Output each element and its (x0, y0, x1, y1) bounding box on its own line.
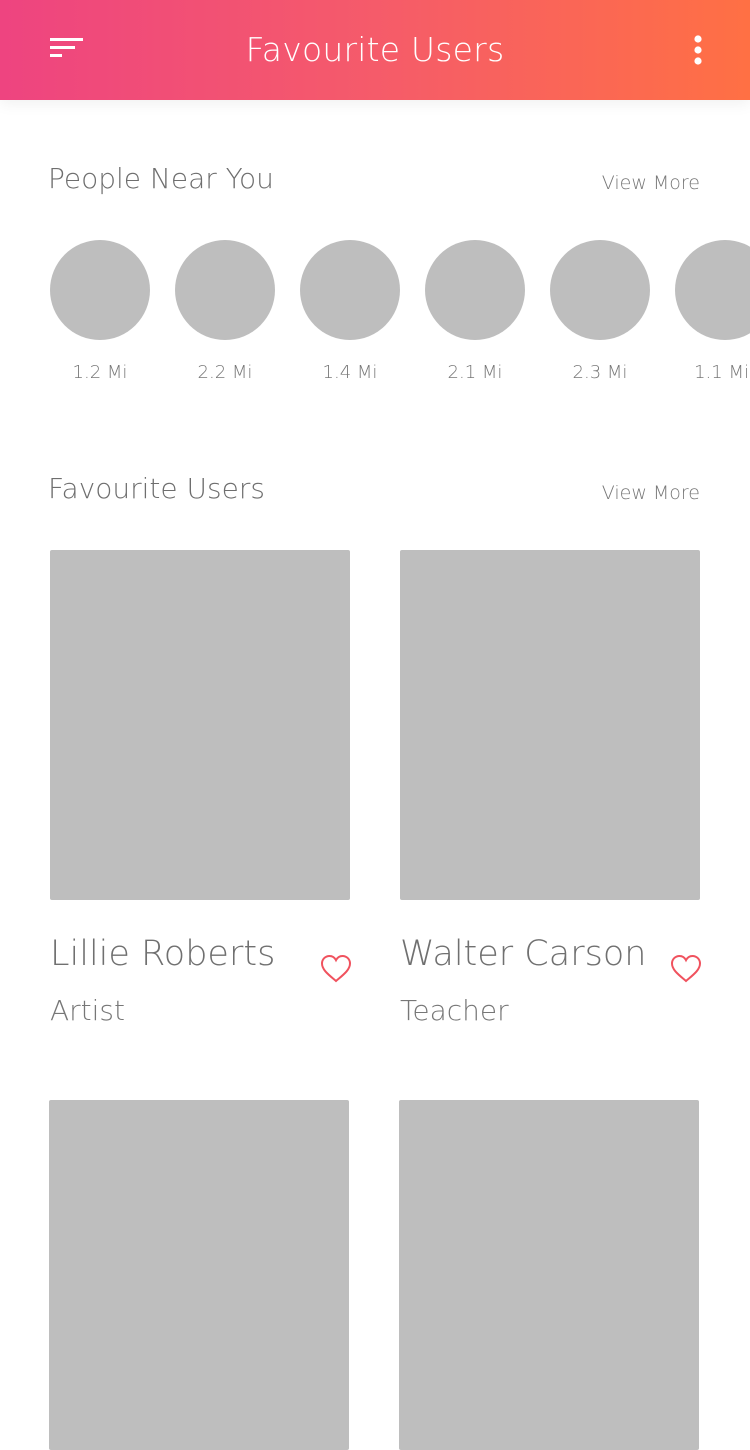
user-name: Lillie Roberts (50, 934, 276, 974)
person-distance: 2.3 Mi (572, 362, 628, 383)
avatar (425, 240, 525, 340)
avatar (175, 240, 275, 340)
user-photo (50, 550, 350, 900)
person-distance: 2.2 Mi (197, 362, 253, 383)
person-distance: 1.4 Mi (322, 362, 378, 383)
user-card[interactable] (49, 1100, 349, 1450)
nearby-people-list: 1.2 Mi 2.2 Mi 1.4 Mi 2.1 Mi 2.3 Mi 1.1 M… (0, 240, 750, 400)
nearby-view-more-link[interactable]: View More (602, 172, 700, 194)
page-title: Favourite Users (245, 30, 505, 69)
favourites-view-more-link[interactable]: View More (602, 482, 700, 504)
person-distance: 1.2 Mi (72, 362, 128, 383)
avatar (50, 240, 150, 340)
heart-icon[interactable] (670, 954, 702, 984)
nearby-person[interactable]: 2.1 Mi (425, 240, 525, 383)
user-photo (49, 1100, 349, 1450)
more-vertical-icon[interactable] (688, 34, 708, 66)
menu-icon[interactable] (50, 38, 84, 62)
user-card[interactable]: Lillie Roberts Artist (50, 550, 352, 1027)
person-distance: 1.1 Mi (694, 362, 749, 383)
heart-icon[interactable] (320, 954, 352, 984)
user-role: Teacher (400, 994, 509, 1027)
nearby-person[interactable]: 1.2 Mi (50, 240, 150, 383)
user-name: Walter Carson (400, 934, 647, 974)
nearby-section-title: People Near You (48, 162, 274, 195)
person-distance: 2.1 Mi (447, 362, 503, 383)
avatar (550, 240, 650, 340)
nearby-person[interactable]: 2.3 Mi (550, 240, 650, 383)
user-card[interactable] (399, 1100, 699, 1450)
nearby-person[interactable]: 2.2 Mi (175, 240, 275, 383)
user-photo (400, 550, 700, 900)
user-photo (399, 1100, 699, 1450)
nearby-person[interactable]: 1.1 Mi (675, 240, 750, 383)
nearby-person[interactable]: 1.4 Mi (300, 240, 400, 383)
user-role: Artist (50, 994, 125, 1027)
avatar (300, 240, 400, 340)
favourites-section-title: Favourite Users (48, 472, 265, 505)
app-header: Favourite Users (0, 0, 750, 100)
avatar (675, 240, 750, 340)
user-card[interactable]: Walter Carson Teacher (400, 550, 702, 1027)
